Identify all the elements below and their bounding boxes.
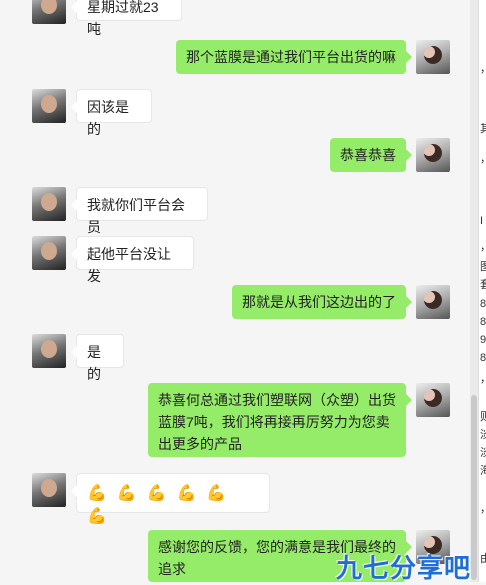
message-text: 那就是从我们这边出的了 xyxy=(242,294,396,310)
edge-text: ， xyxy=(480,150,486,166)
message-text: 起他平台没让发 xyxy=(87,246,171,284)
edge-text: 8 xyxy=(480,352,486,364)
edge-text: ， xyxy=(480,60,486,76)
message-text: 因该是的 xyxy=(87,99,129,137)
message-text: 我就你们平台会员 xyxy=(87,197,185,235)
message-bubble[interactable]: 起他平台没让发 xyxy=(71,236,194,284)
self-avatar[interactable] xyxy=(416,138,450,172)
contact-avatar[interactable] xyxy=(32,0,66,24)
strong-arm-icon: 💪 xyxy=(206,485,227,502)
edge-text: 8 xyxy=(480,316,486,328)
contact-avatar[interactable] xyxy=(32,334,66,368)
edge-text: 淡 xyxy=(480,426,486,442)
contact-avatar[interactable] xyxy=(32,89,66,123)
message-bubble[interactable]: 那就是从我们这边出的了 xyxy=(232,285,412,319)
message-bubble[interactable]: 星期过就23吨 xyxy=(71,0,182,37)
edge-text: ， xyxy=(480,500,486,516)
self-avatar[interactable] xyxy=(416,285,450,319)
edge-text: 图 xyxy=(480,258,486,274)
chat-area: 星期过就23吨 那个蓝膜是通过我们平台出货的嘛 因该是的 恭喜恭喜 我就你们平台… xyxy=(0,0,470,582)
message-bubble[interactable]: 恭喜何总通过我们塑联网（众塑）出货蓝膜7吨，我们将再接再厉努力为您卖出更多的产品 xyxy=(148,383,412,457)
edge-text: 套 xyxy=(480,276,486,292)
edge-text: 其 xyxy=(480,120,486,136)
edge-text: I xyxy=(480,215,484,227)
contact-avatar[interactable] xyxy=(32,473,66,507)
strong-arm-icon: 💪 xyxy=(116,485,137,502)
message-bubble[interactable]: 那个蓝膜是通过我们平台出货的嘛 xyxy=(176,40,412,74)
contact-avatar[interactable] xyxy=(32,187,66,221)
message-text: 恭喜何总通过我们塑联网（众塑）出货蓝膜7吨，我们将再接再厉努力为您卖出更多的产品 xyxy=(158,392,396,452)
edge-text: 淡 xyxy=(480,444,486,460)
edge-text: 海 xyxy=(480,462,486,478)
message-bubble[interactable]: 因该是的 xyxy=(71,89,152,137)
message-text: 恭喜恭喜 xyxy=(340,147,396,163)
strong-arm-icon: 💪 xyxy=(176,485,197,502)
message-bubble[interactable]: 是的 xyxy=(71,334,124,382)
edge-text: 则 xyxy=(480,408,486,424)
chat-scrollbar[interactable] xyxy=(470,0,478,582)
edge-text: 8 xyxy=(480,298,486,310)
edge-text: ， xyxy=(480,238,486,254)
message-bubble[interactable]: 💪 💪 💪 💪 💪 💪 xyxy=(71,473,270,525)
strong-arm-icon: 💪 xyxy=(87,508,107,525)
message-text: 星期过就23吨 xyxy=(87,0,159,37)
right-panel-edge: ， 其 ， I ， 图 套 8 8 9 8 ， 则 淡 淡 海 ， 由 xyxy=(478,0,486,582)
strong-arm-icon: 💪 xyxy=(87,485,107,502)
self-avatar[interactable] xyxy=(416,383,450,417)
watermark-logo: 九七分享吧 xyxy=(336,553,472,583)
edge-text: ， xyxy=(480,370,486,386)
message-text: 是的 xyxy=(87,344,101,382)
strong-arm-icon: 💪 xyxy=(146,485,167,502)
message-bubble[interactable]: 恭喜恭喜 xyxy=(330,138,412,172)
self-avatar[interactable] xyxy=(416,40,450,74)
contact-avatar[interactable] xyxy=(32,236,66,270)
edge-text: 9 xyxy=(480,334,486,346)
message-text: 那个蓝膜是通过我们平台出货的嘛 xyxy=(186,49,396,65)
message-bubble[interactable]: 我就你们平台会员 xyxy=(71,187,208,235)
